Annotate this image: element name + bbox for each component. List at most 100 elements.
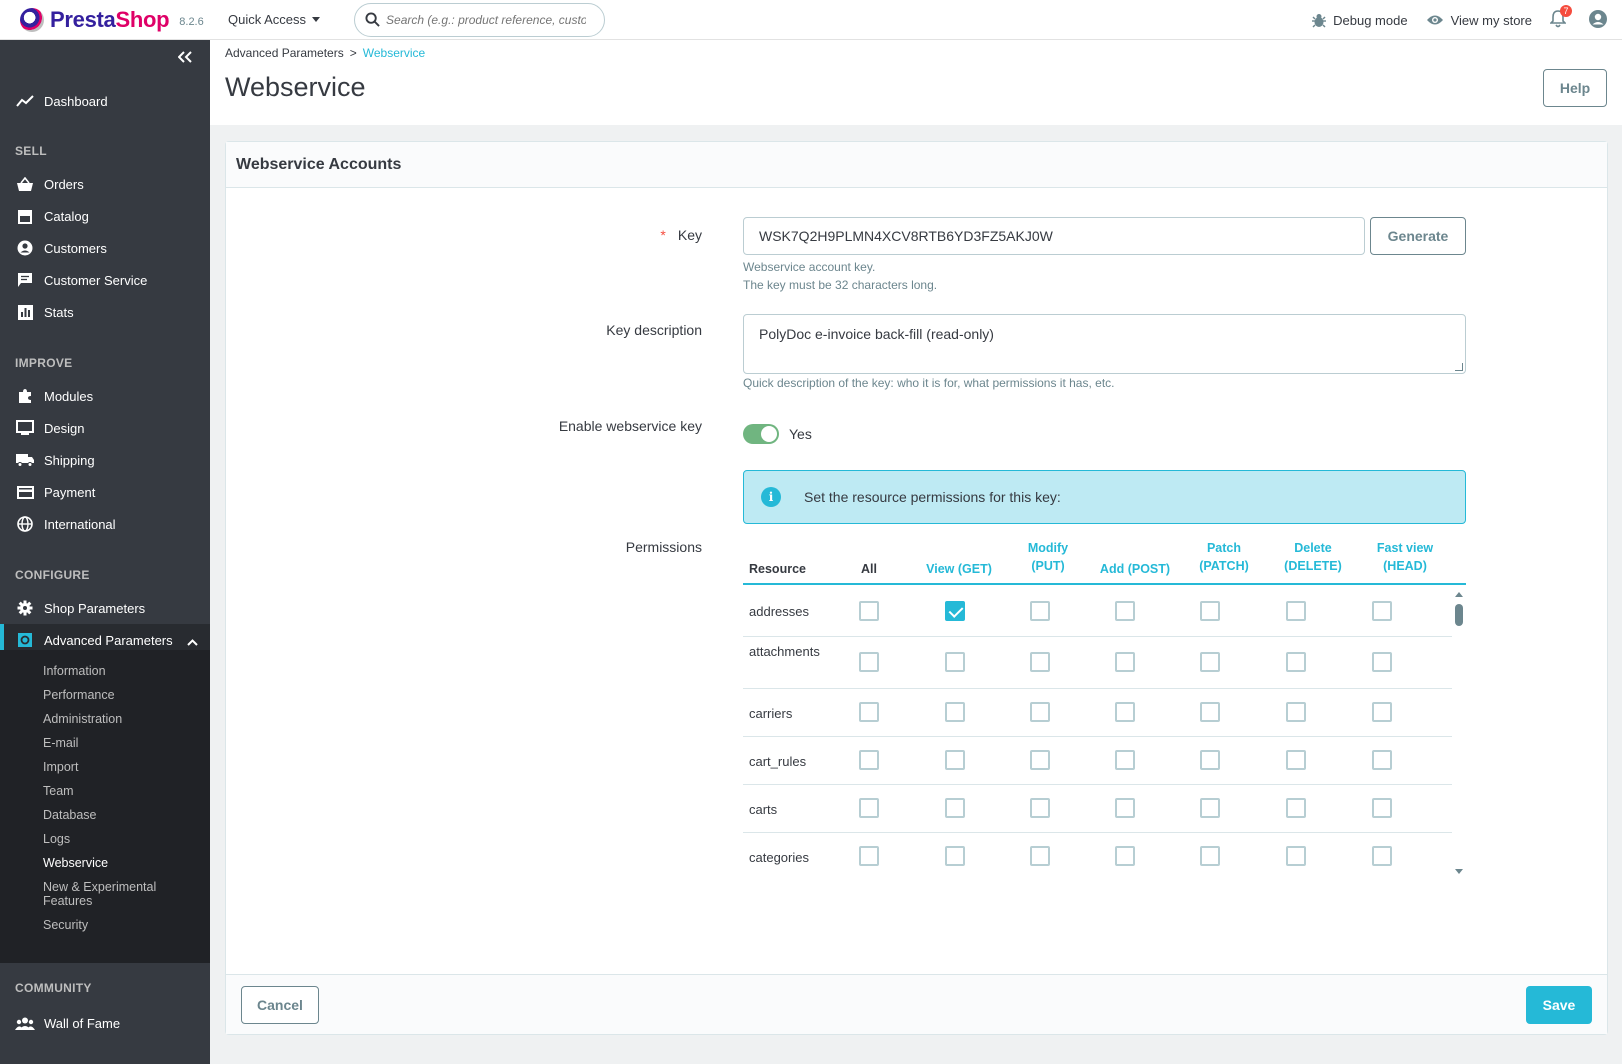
sidebar-item-wall-of-fame[interactable]: Wall of Fame	[0, 1007, 210, 1039]
scroll-down-arrow-icon[interactable]	[1455, 869, 1463, 874]
sidebar-item-customers[interactable]: Customers	[0, 232, 210, 264]
prestashop-logo[interactable]: PrestaShop 8.2.6	[20, 7, 210, 33]
resize-grip-icon[interactable]	[1455, 363, 1463, 371]
permission-checkbox[interactable]	[945, 601, 965, 621]
permission-checkbox[interactable]	[945, 750, 965, 770]
permission-checkbox[interactable]	[1115, 652, 1135, 672]
permission-checkbox[interactable]	[1030, 601, 1050, 621]
search-box[interactable]	[354, 2, 606, 37]
submenu-item-database[interactable]: Database	[43, 808, 97, 822]
permission-checkbox[interactable]	[859, 702, 879, 722]
table-row: carriers	[743, 689, 1452, 737]
submenu-item-experimental-features[interactable]: New & Experimental Features	[43, 880, 173, 908]
key-description-textarea[interactable]: PolyDoc e-invoice back-fill (read-only)	[743, 314, 1466, 374]
permission-checkbox[interactable]	[859, 846, 879, 866]
notifications-button[interactable]: 7	[1549, 4, 1572, 31]
column-header-all[interactable]: All	[839, 535, 899, 581]
collapse-sidebar-button[interactable]	[177, 50, 192, 68]
permission-checkbox[interactable]	[1286, 652, 1306, 672]
permission-checkbox[interactable]	[1030, 798, 1050, 818]
permission-checkbox[interactable]	[945, 702, 965, 722]
quick-access-dropdown[interactable]: Quick Access	[228, 12, 321, 27]
generate-button[interactable]: Generate	[1370, 217, 1466, 255]
permission-checkbox[interactable]	[1372, 652, 1392, 672]
view-store-link[interactable]: View my store	[1426, 13, 1532, 28]
permission-checkbox[interactable]	[1200, 652, 1220, 672]
scroll-up-arrow-icon[interactable]	[1455, 592, 1463, 597]
permission-checkbox[interactable]	[945, 798, 965, 818]
submenu-item-team[interactable]: Team	[43, 784, 74, 798]
permission-checkbox[interactable]	[859, 652, 879, 672]
sidebar-item-design[interactable]: Design	[0, 412, 210, 444]
sidebar-item-dashboard[interactable]: Dashboard	[0, 85, 210, 117]
permission-checkbox[interactable]	[1286, 601, 1306, 621]
permission-checkbox[interactable]	[1115, 702, 1135, 722]
sidebar-item-modules[interactable]: Modules	[0, 380, 210, 412]
permission-checkbox[interactable]	[1372, 846, 1392, 866]
permission-checkbox[interactable]	[1030, 750, 1050, 770]
column-header-delete[interactable]: Delete (DELETE)	[1270, 535, 1356, 581]
column-header-modify[interactable]: Modify (PUT)	[1008, 535, 1088, 581]
permission-checkbox[interactable]	[1286, 750, 1306, 770]
key-input[interactable]	[743, 217, 1365, 255]
permission-checkbox[interactable]	[945, 652, 965, 672]
sidebar-item-catalog[interactable]: Catalog	[0, 200, 210, 232]
permission-checkbox[interactable]	[1030, 702, 1050, 722]
submenu-item-security[interactable]: Security	[43, 918, 88, 932]
permission-checkbox[interactable]	[1115, 601, 1135, 621]
enable-key-toggle[interactable]	[743, 424, 779, 444]
submenu-item-logs[interactable]: Logs	[43, 832, 70, 846]
column-header-text: View (GET)	[926, 562, 992, 576]
cancel-button[interactable]: Cancel	[241, 986, 319, 1024]
permission-checkbox[interactable]	[1286, 798, 1306, 818]
permission-checkbox[interactable]	[1372, 798, 1392, 818]
permission-checkbox[interactable]	[1115, 846, 1135, 866]
submenu-item-webservice[interactable]: Webservice	[43, 856, 108, 870]
permission-checkbox[interactable]	[859, 601, 879, 621]
permission-checkbox[interactable]	[1200, 702, 1220, 722]
permission-checkbox[interactable]	[1372, 601, 1392, 621]
permission-checkbox[interactable]	[1200, 798, 1220, 818]
sidebar-item-shop-parameters[interactable]: Shop Parameters	[0, 592, 210, 624]
submenu-item-administration[interactable]: Administration	[43, 712, 122, 726]
search-input[interactable]	[386, 12, 587, 27]
sidebar-item-stats[interactable]: Stats	[0, 296, 210, 328]
breadcrumb-current[interactable]: Webservice	[363, 46, 425, 60]
column-header-patch[interactable]: Patch (PATCH)	[1183, 535, 1265, 581]
permission-checkbox[interactable]	[1030, 652, 1050, 672]
column-header-fast-view[interactable]: Fast view (HEAD)	[1360, 535, 1450, 581]
sidebar-item-international[interactable]: International	[0, 508, 210, 540]
permission-checkbox[interactable]	[1286, 702, 1306, 722]
submenu-item-email[interactable]: E-mail	[43, 736, 78, 750]
permission-checkbox[interactable]	[859, 798, 879, 818]
sidebar-item-shipping[interactable]: Shipping	[0, 444, 210, 476]
sidebar-item-label: Dashboard	[44, 93, 108, 109]
permission-checkbox[interactable]	[1200, 846, 1220, 866]
table-scrollbar[interactable]	[1452, 587, 1466, 879]
permission-checkbox[interactable]	[1372, 702, 1392, 722]
user-account-button[interactable]	[1588, 9, 1608, 32]
debug-mode-link[interactable]: Debug mode	[1312, 13, 1408, 28]
sidebar-item-payment[interactable]: Payment	[0, 476, 210, 508]
permission-checkbox[interactable]	[1200, 750, 1220, 770]
column-header-add[interactable]: Add (POST)	[1093, 535, 1177, 581]
submenu-item-information[interactable]: Information	[43, 664, 106, 678]
sidebar-item-customer-service[interactable]: Customer Service	[0, 264, 210, 296]
permission-checkbox[interactable]	[1030, 846, 1050, 866]
column-header-view[interactable]: View (GET)	[915, 535, 1003, 581]
breadcrumb-parent[interactable]: Advanced Parameters	[225, 46, 344, 60]
submenu-item-import[interactable]: Import	[43, 760, 78, 774]
permission-checkbox[interactable]	[1372, 750, 1392, 770]
permission-checkbox[interactable]	[945, 846, 965, 866]
scroll-thumb[interactable]	[1455, 604, 1463, 626]
submenu-item-performance[interactable]: Performance	[43, 688, 115, 702]
sidebar-item-orders[interactable]: Orders	[0, 168, 210, 200]
permission-checkbox[interactable]	[1115, 798, 1135, 818]
permission-checkbox[interactable]	[1115, 750, 1135, 770]
permission-checkbox[interactable]	[1286, 846, 1306, 866]
permission-checkbox[interactable]	[1200, 601, 1220, 621]
save-button[interactable]: Save	[1526, 986, 1592, 1024]
toggle-knob	[761, 426, 777, 442]
help-button[interactable]: Help	[1543, 69, 1607, 107]
permission-checkbox[interactable]	[859, 750, 879, 770]
